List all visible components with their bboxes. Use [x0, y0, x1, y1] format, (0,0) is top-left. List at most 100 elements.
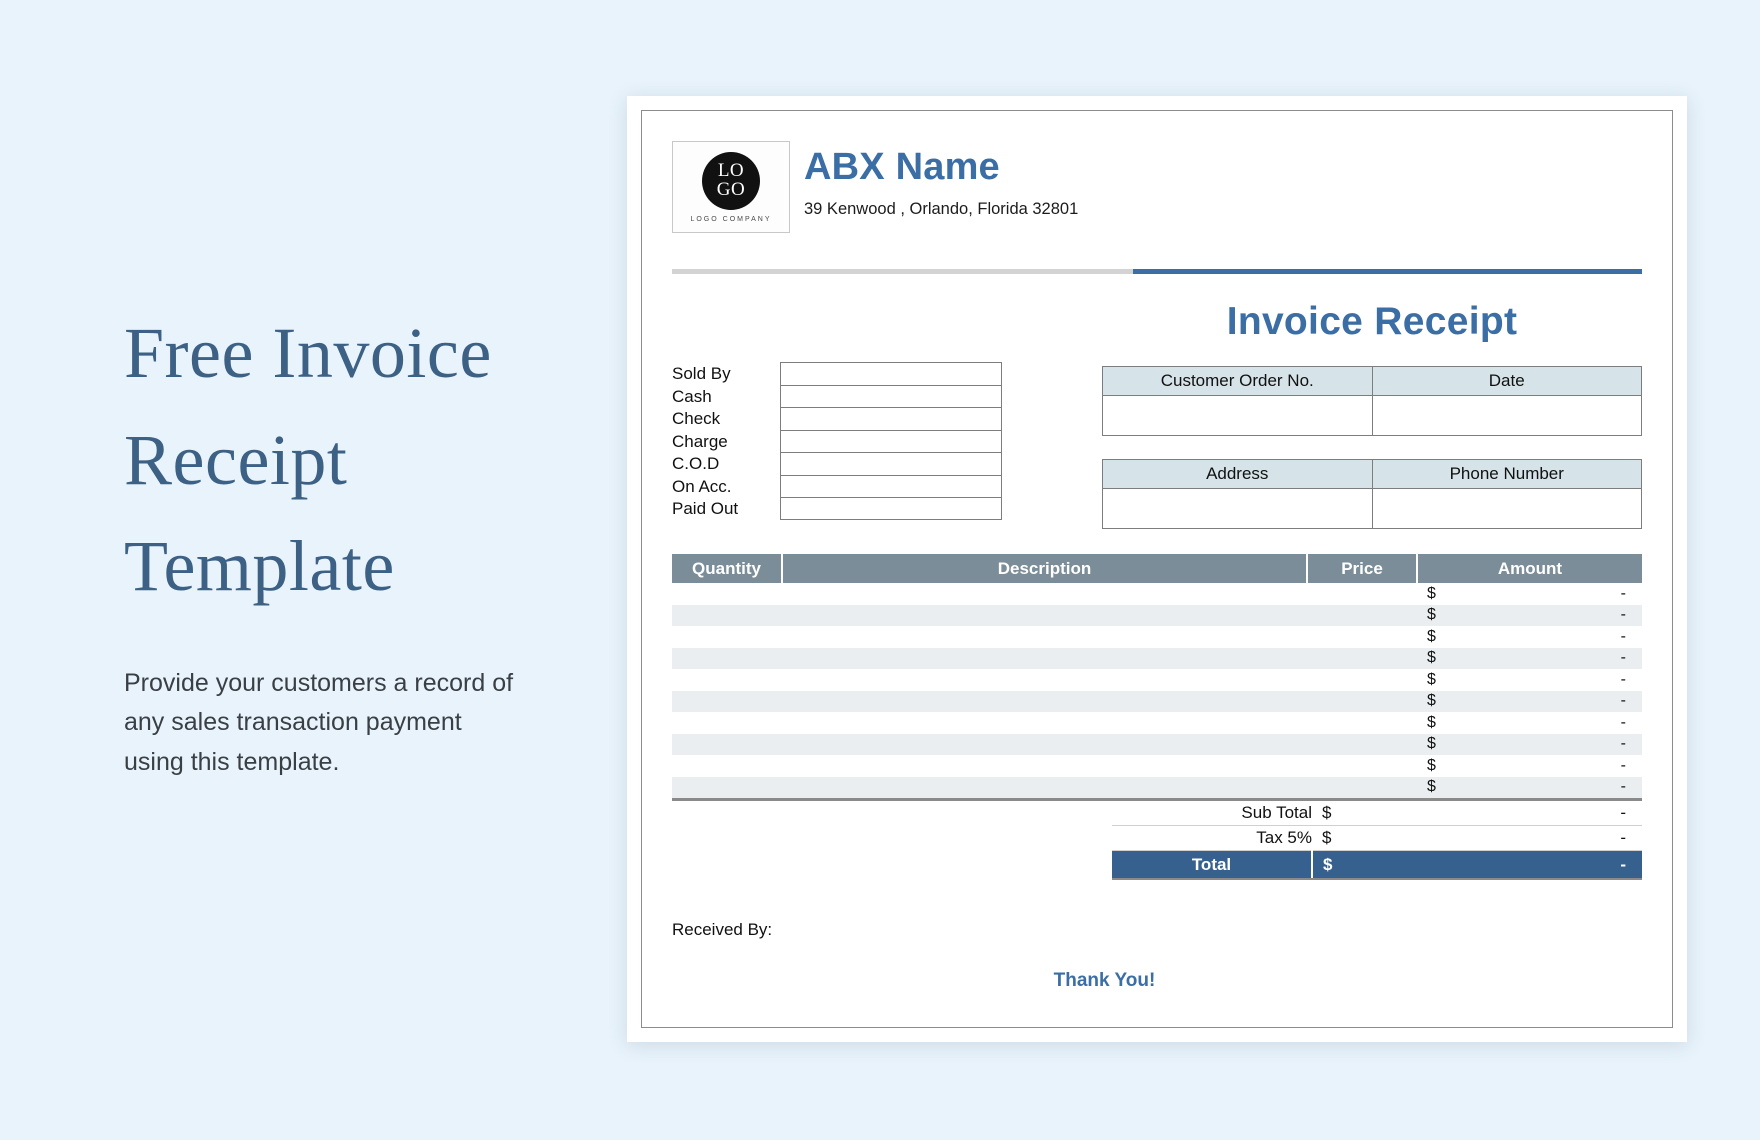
logo-mark-icon: LO GO: [702, 151, 760, 210]
check-field[interactable]: [780, 407, 1002, 430]
charge-label: Charge: [672, 431, 728, 451]
cod-field[interactable]: [780, 452, 1002, 475]
quantity-cell[interactable]: [672, 690, 782, 712]
invoice-document: LO GO LOGO COMPANY ABX Name 39 Kenwood ,…: [627, 96, 1687, 1042]
tax-label: Tax 5%: [1112, 825, 1312, 851]
document-header: LO GO LOGO COMPANY ABX Name 39 Kenwood ,…: [672, 133, 1642, 233]
sold-by-block: Sold By Cash Check Charge C.O.D On Acc. …: [672, 362, 1102, 521]
company-name: ABX Name: [804, 146, 1000, 188]
description-cell[interactable]: [782, 626, 1307, 648]
phone-number-field[interactable]: [1371, 488, 1642, 529]
amount-currency: $: [1427, 756, 1436, 774]
quantity-cell[interactable]: [672, 755, 782, 777]
amount-value: -: [1620, 756, 1626, 774]
quantity-cell[interactable]: [672, 604, 782, 626]
description-cell[interactable]: [782, 776, 1307, 798]
table-row: [1102, 488, 1642, 529]
amount-currency: $: [1427, 735, 1436, 753]
invoice-title: Invoice Receipt: [1226, 300, 1518, 343]
quantity-cell[interactable]: [672, 776, 782, 798]
table-header-row: Customer Order No. Date: [1102, 366, 1642, 396]
description-cell[interactable]: [782, 604, 1307, 626]
address-field[interactable]: [1102, 488, 1373, 529]
date-field[interactable]: [1371, 395, 1642, 436]
table-row: $ -: [672, 733, 1642, 755]
amount-currency: $: [1427, 670, 1436, 688]
quantity-cell[interactable]: [672, 583, 782, 605]
sub-total-amount: $ -: [1312, 801, 1642, 826]
charge-field[interactable]: [780, 429, 1002, 452]
amount-cell[interactable]: $ -: [1417, 669, 1642, 691]
document-sheet: LO GO LOGO COMPANY ABX Name 39 Kenwood ,…: [642, 111, 1672, 1027]
cash-label: Cash: [672, 386, 712, 406]
amount-value: -: [1620, 606, 1626, 624]
price-cell[interactable]: [1307, 733, 1417, 755]
table-row: $ -: [672, 690, 1642, 712]
description-cell[interactable]: [782, 690, 1307, 712]
price-header: Price: [1307, 554, 1418, 583]
table-row: $ -: [672, 712, 1642, 734]
sold-by-field[interactable]: [780, 362, 1002, 385]
description-cell[interactable]: [782, 583, 1307, 605]
sold-by-labels: Sold By Cash Check Charge C.O.D On Acc. …: [672, 362, 780, 521]
price-cell[interactable]: [1307, 755, 1417, 777]
price-cell[interactable]: [1307, 604, 1417, 626]
document-border: LO GO LOGO COMPANY ABX Name 39 Kenwood ,…: [641, 110, 1673, 1028]
description-cell[interactable]: [782, 712, 1307, 734]
table-row: [1102, 395, 1642, 436]
promo-title: Free Invoice Receipt Template: [124, 313, 492, 607]
amount-cell[interactable]: $ -: [1417, 776, 1642, 798]
quantity-cell[interactable]: [672, 647, 782, 669]
amount-currency: $: [1427, 649, 1436, 667]
price-cell[interactable]: [1307, 647, 1417, 669]
price-cell[interactable]: [1307, 712, 1417, 734]
table-row: $ -: [672, 776, 1642, 798]
sub-total-label: Sub Total: [1112, 801, 1312, 826]
company-logo: LO GO LOGO COMPANY: [672, 141, 790, 233]
total-currency: $: [1323, 854, 1333, 874]
tax-amount: $ -: [1312, 825, 1642, 851]
table-row: $ -: [672, 626, 1642, 648]
amount-cell[interactable]: $ -: [1417, 755, 1642, 777]
check-label: Check: [672, 409, 721, 428]
amount-cell[interactable]: $ -: [1417, 712, 1642, 734]
sub-total-currency: $: [1322, 803, 1332, 822]
document-middle: Sold By Cash Check Charge C.O.D On Acc. …: [672, 300, 1642, 529]
description-cell[interactable]: [782, 755, 1307, 777]
price-cell[interactable]: [1307, 669, 1417, 691]
amount-cell[interactable]: $ -: [1417, 733, 1642, 755]
quantity-cell[interactable]: [672, 669, 782, 691]
price-cell[interactable]: [1307, 690, 1417, 712]
amount-currency: $: [1427, 713, 1436, 731]
amount-currency: $: [1427, 606, 1436, 624]
price-cell[interactable]: [1307, 583, 1417, 605]
quantity-cell[interactable]: [672, 733, 782, 755]
on-account-field[interactable]: [780, 474, 1002, 497]
amount-cell[interactable]: $ -: [1417, 583, 1642, 605]
price-cell[interactable]: [1307, 626, 1417, 648]
promo-subtitle: Provide your customers a record of any s…: [124, 668, 514, 776]
amount-cell[interactable]: $ -: [1417, 604, 1642, 626]
quantity-cell[interactable]: [672, 626, 782, 648]
logo-line-1: LO: [717, 160, 745, 182]
logo-line-2: GO: [716, 178, 746, 200]
total-row: Total $ -: [1112, 850, 1642, 880]
description-cell[interactable]: [782, 733, 1307, 755]
amount-value: -: [1620, 735, 1626, 753]
description-cell[interactable]: [782, 647, 1307, 669]
date-header: Date: [1371, 366, 1642, 396]
cash-field[interactable]: [780, 384, 1002, 407]
amount-value: -: [1620, 670, 1626, 688]
price-cell[interactable]: [1307, 776, 1417, 798]
amount-value: -: [1620, 627, 1626, 645]
paid-out-field[interactable]: [780, 497, 1002, 520]
customer-order-no-field[interactable]: [1102, 395, 1373, 436]
amount-value: -: [1620, 649, 1626, 667]
description-cell[interactable]: [782, 669, 1307, 691]
amount-currency: $: [1427, 778, 1436, 796]
amount-cell[interactable]: $ -: [1417, 647, 1642, 669]
quantity-cell[interactable]: [672, 712, 782, 734]
contact-info-table: Address Phone Number: [1102, 459, 1642, 529]
amount-cell[interactable]: $ -: [1417, 690, 1642, 712]
amount-cell[interactable]: $ -: [1417, 626, 1642, 648]
